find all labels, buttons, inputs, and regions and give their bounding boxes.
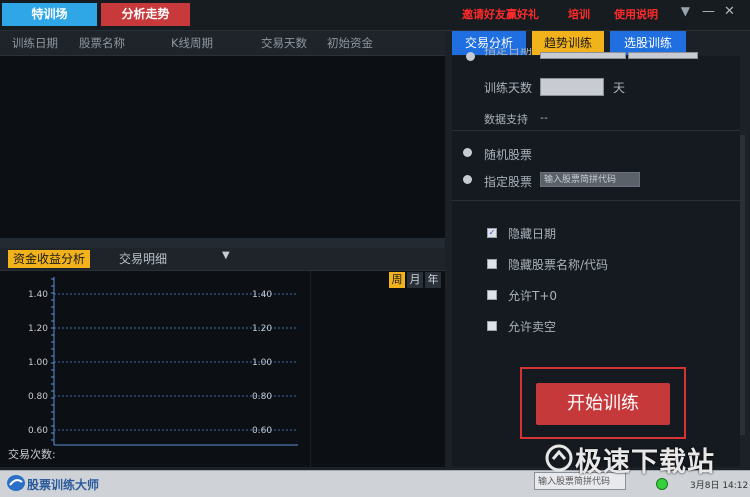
column-header[interactable]: 训练日期 [12, 35, 58, 51]
fund-chart-area: 1.40 1.40 1.20 1.20 1.00 1.00 0.80 0.80 0.60 0.60 [0, 271, 310, 467]
column-header[interactable]: 初始资金 [327, 35, 373, 51]
invite-link[interactable]: 邀请好友赢好礼 [462, 6, 539, 22]
specify-stock-label[interactable]: 指定股票 [484, 173, 532, 190]
app-title: 股票训练大师 [27, 478, 100, 492]
tab-fund-analysis[interactable]: 资金收益分析 [8, 250, 91, 268]
data-support-label: 数据支持 [484, 113, 528, 126]
fund-chart: 1.40 1.40 1.20 1.20 1.00 1.00 0.80 0.80 0.60 0.60 [28, 277, 298, 446]
data-support-value: -- [540, 111, 548, 124]
specify-date-radio[interactable] [466, 52, 475, 61]
right-scrollbar[interactable] [740, 135, 745, 435]
status-datetime: 3月8日 14:12 [690, 481, 749, 491]
y-tick-label-right: 0.80 [252, 392, 272, 402]
training-link[interactable]: 培训 [568, 6, 590, 22]
hide-date-label[interactable]: 隐藏日期 [508, 225, 556, 242]
allow-short-checkbox[interactable] [487, 321, 497, 331]
manual-link[interactable]: 使用说明 [614, 6, 658, 22]
analysis-tab-button[interactable]: 分析走势 [101, 3, 190, 26]
y-tick-label: 1.20 [28, 324, 48, 334]
watermark-text: 极速下载站 [575, 447, 715, 478]
training-table-body[interactable] [0, 56, 445, 238]
column-header[interactable]: 股票名称 [79, 35, 125, 51]
y-tick-label: 0.80 [28, 392, 48, 402]
section-divider [452, 200, 740, 201]
training-table-header: 训练日期 股票名称 K线周期 交易天数 初始资金 [0, 31, 445, 56]
y-tick-label-right: 0.60 [252, 426, 272, 436]
period-week-button[interactable]: 周 [389, 272, 405, 288]
end-date-input[interactable] [628, 52, 698, 59]
hide-name-label[interactable]: 隐藏股票名称/代码 [508, 256, 608, 273]
chart-side-panel [311, 271, 445, 467]
tab-trade-detail[interactable]: 交易明细 [119, 250, 167, 268]
stock-code-input[interactable]: 输入股票简拼代码 [540, 172, 640, 187]
period-year-button[interactable]: 年 [425, 272, 441, 288]
dropdown-menu-icon[interactable]: ▼ [681, 4, 690, 18]
specify-date-label: 指定日期 [484, 48, 533, 56]
section-divider [452, 130, 740, 131]
hide-date-checkbox[interactable]: ✓ [487, 228, 497, 238]
minimize-icon[interactable]: — [702, 4, 715, 19]
period-selector: 周月年 [389, 272, 443, 288]
allow-t0-label[interactable]: 允许T+0 [508, 287, 557, 304]
random-stock-radio[interactable] [463, 148, 472, 157]
y-tick-label-right: 1.40 [252, 290, 272, 300]
allow-t0-checkbox[interactable] [487, 290, 497, 300]
days-unit-label: 天 [613, 81, 626, 95]
y-tick-label: 0.60 [28, 426, 48, 436]
analysis-tabs: 资金收益分析 交易明细 ▼ [0, 248, 445, 271]
close-icon[interactable]: ✕ [724, 4, 735, 19]
app-logo-icon [7, 475, 25, 491]
specify-stock-radio[interactable] [463, 175, 472, 184]
hide-name-checkbox[interactable] [487, 259, 497, 269]
trade-count-label: 交易次数: [8, 448, 56, 461]
start-date-input[interactable] [540, 52, 626, 59]
connection-status-icon [656, 478, 668, 490]
start-training-button[interactable]: 开始训练 [536, 383, 670, 425]
train-days-input[interactable] [540, 78, 604, 96]
allow-short-label[interactable]: 允许卖空 [508, 318, 556, 335]
y-tick-label: 1.40 [28, 290, 48, 300]
random-stock-label[interactable]: 随机股票 [484, 146, 532, 163]
column-header[interactable]: K线周期 [171, 35, 213, 51]
y-tick-label: 1.00 [28, 358, 48, 368]
column-header[interactable]: 交易天数 [261, 35, 307, 51]
period-month-button[interactable]: 月 [407, 272, 423, 288]
panel-splitter[interactable] [0, 238, 445, 248]
train-days-label: 训练天数 [484, 81, 533, 95]
top-bar: 特训场 分析走势 邀请好友赢好礼 培训 使用说明 ▼ — ✕ [0, 0, 750, 31]
y-tick-label-right: 1.00 [252, 358, 272, 368]
train-tab-button[interactable]: 特训场 [2, 3, 97, 26]
y-tick-label-right: 1.20 [252, 324, 272, 334]
chevron-down-icon[interactable]: ▼ [222, 250, 230, 261]
watermark-logo-icon [545, 444, 573, 472]
